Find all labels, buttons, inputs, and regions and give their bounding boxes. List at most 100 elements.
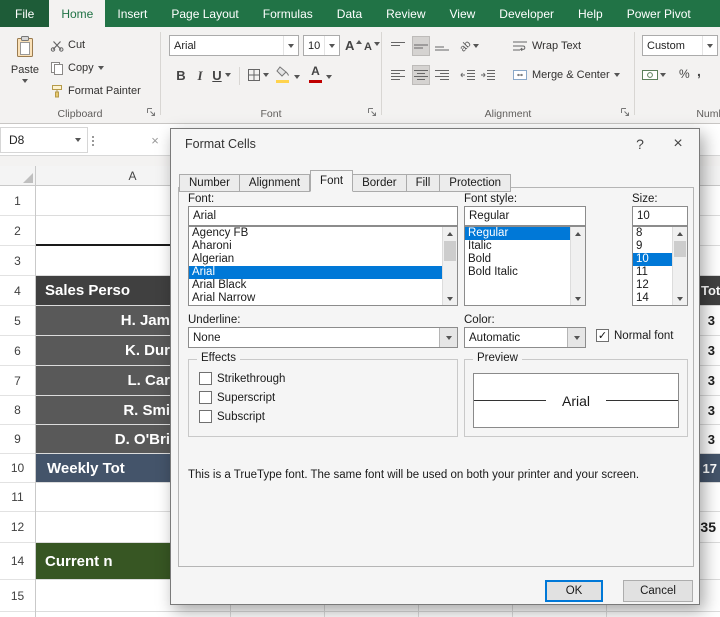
cell-value-r12[interactable]: 35 [698, 512, 716, 542]
row-header-4[interactable]: 4 [0, 276, 35, 306]
font-list-item[interactable]: Algerian [189, 253, 457, 266]
copy-button[interactable]: Copy [48, 58, 106, 78]
normal-font-checkbox[interactable]: ✓ Normal font [596, 329, 673, 342]
tab-page-layout[interactable]: Page Layout [159, 0, 250, 27]
comma-style-button[interactable]: , [697, 61, 701, 81]
dialog-close-button[interactable]: × [659, 129, 697, 158]
tab-developer[interactable]: Developer [487, 0, 566, 27]
clipboard-dialog-launcher[interactable] [144, 105, 157, 118]
font-list-item[interactable]: Aharoni [189, 240, 457, 253]
strikethrough-checkbox[interactable]: Strikethrough [199, 372, 285, 385]
formula-bar-drag-handle[interactable] [92, 136, 94, 138]
cell-value-r7[interactable]: 3 [700, 366, 715, 395]
paste-button[interactable]: Paste [6, 32, 44, 83]
font-name-combo[interactable]: Arial [169, 35, 299, 56]
align-right-button[interactable] [434, 65, 450, 85]
row-header-1[interactable]: 1 [0, 186, 35, 216]
row-header-11[interactable]: 11 [0, 483, 35, 512]
tab-formulas[interactable]: Formulas [251, 0, 325, 27]
formula-cancel-button[interactable]: × [146, 130, 164, 150]
cancel-button[interactable]: Cancel [623, 580, 693, 602]
fill-color-button[interactable] [275, 64, 290, 84]
tab-home[interactable]: Home [49, 0, 106, 27]
scroll-down-icon[interactable] [673, 292, 687, 305]
scroll-up-icon[interactable] [571, 227, 585, 240]
name-box-dropdown-icon[interactable] [75, 138, 81, 142]
underline-button[interactable]: U [209, 65, 225, 85]
cell-total-header[interactable]: Tot [700, 276, 720, 305]
subscript-checkbox[interactable]: Subscript [199, 410, 265, 423]
font-dialog-launcher[interactable] [365, 105, 378, 118]
align-left-button[interactable] [390, 65, 406, 85]
center-button[interactable] [412, 65, 430, 85]
accounting-format-button[interactable] [642, 65, 666, 85]
tab-view[interactable]: View [438, 0, 488, 27]
alignment-dialog-launcher[interactable] [618, 105, 631, 118]
font-color-button[interactable]: A [309, 64, 322, 84]
scroll-up-icon[interactable] [443, 227, 457, 240]
font-style-item-selected[interactable]: Regular [465, 227, 585, 240]
font-name-input[interactable]: Arial [188, 206, 458, 226]
scroll-thumb[interactable] [444, 241, 456, 261]
row-header-9[interactable]: 9 [0, 425, 35, 454]
tab-fill[interactable]: Fill [406, 174, 441, 192]
row-header-8[interactable]: 8 [0, 396, 35, 425]
tab-protection[interactable]: Protection [440, 174, 512, 192]
font-list-item[interactable]: Agency FB [189, 227, 457, 240]
tab-help[interactable]: Help [566, 0, 615, 27]
number-format-combo[interactable]: Custom [642, 35, 718, 56]
color-dropdown-icon[interactable] [567, 328, 585, 347]
bold-button[interactable]: B [173, 65, 189, 85]
font-style-item[interactable]: Bold [465, 253, 585, 266]
grow-font-button[interactable]: A [345, 35, 363, 55]
font-list-item[interactable]: Arial Black [189, 279, 457, 292]
tab-data[interactable]: Data [325, 0, 374, 27]
superscript-checkbox[interactable]: Superscript [199, 391, 275, 404]
font-name-dropdown-icon[interactable] [283, 36, 298, 55]
size-list-scrollbar[interactable] [672, 227, 687, 305]
color-combo[interactable]: Automatic [464, 327, 586, 348]
tab-file[interactable]: File [0, 0, 50, 27]
row-header-15[interactable]: 15 [0, 580, 35, 612]
font-color-dropdown-icon[interactable] [326, 67, 332, 87]
font-style-item[interactable]: Bold Italic [465, 266, 585, 279]
size-input[interactable]: 10 [632, 206, 688, 226]
font-size-combo[interactable]: 10 [303, 35, 340, 56]
tab-border[interactable]: Border [353, 174, 407, 192]
tab-font[interactable]: Font [310, 170, 354, 192]
row-header-7[interactable]: 7 [0, 366, 35, 396]
underline-dropdown-icon[interactable] [225, 65, 231, 85]
cell-value-r10[interactable]: 17 [700, 454, 720, 482]
merge-center-button[interactable]: Merge & Center [510, 65, 622, 85]
row-header-10[interactable]: 10 [0, 454, 35, 483]
font-style-input[interactable]: Regular [464, 206, 586, 226]
number-format-dropdown-icon[interactable] [702, 36, 717, 55]
row-header-5[interactable]: 5 [0, 306, 35, 336]
cut-button[interactable]: Cut [48, 35, 87, 55]
tab-review[interactable]: Review [374, 0, 437, 27]
select-all-corner[interactable] [0, 166, 36, 186]
decrease-indent-button[interactable] [460, 65, 476, 85]
row-header-14[interactable]: 14 [0, 543, 35, 580]
bottom-align-button[interactable] [434, 36, 450, 56]
middle-align-button[interactable] [412, 36, 430, 56]
font-list-scrollbar[interactable] [442, 227, 457, 305]
borders-button[interactable] [247, 65, 269, 85]
top-align-button[interactable] [390, 36, 406, 56]
cell-value-r5[interactable]: 3 [700, 306, 715, 335]
ok-button[interactable]: OK [545, 580, 603, 602]
row-header-2[interactable]: 2 [0, 216, 35, 246]
tab-number[interactable]: Number [179, 174, 240, 192]
font-list-item[interactable]: Arial Narrow [189, 292, 457, 305]
underline-combo[interactable]: None [188, 327, 458, 348]
underline-dropdown-icon[interactable] [439, 328, 457, 347]
orientation-button[interactable]: ab [458, 36, 480, 56]
tab-insert[interactable]: Insert [105, 0, 159, 27]
wrap-text-button[interactable]: Wrap Text [510, 36, 583, 56]
dialog-help-button[interactable]: ? [621, 129, 659, 158]
percent-style-button[interactable]: % [679, 64, 690, 84]
cell-value-r9[interactable]: 3 [700, 425, 715, 453]
fill-color-dropdown-icon[interactable] [294, 67, 300, 87]
scroll-thumb[interactable] [674, 241, 686, 257]
font-style-item[interactable]: Italic [465, 240, 585, 253]
